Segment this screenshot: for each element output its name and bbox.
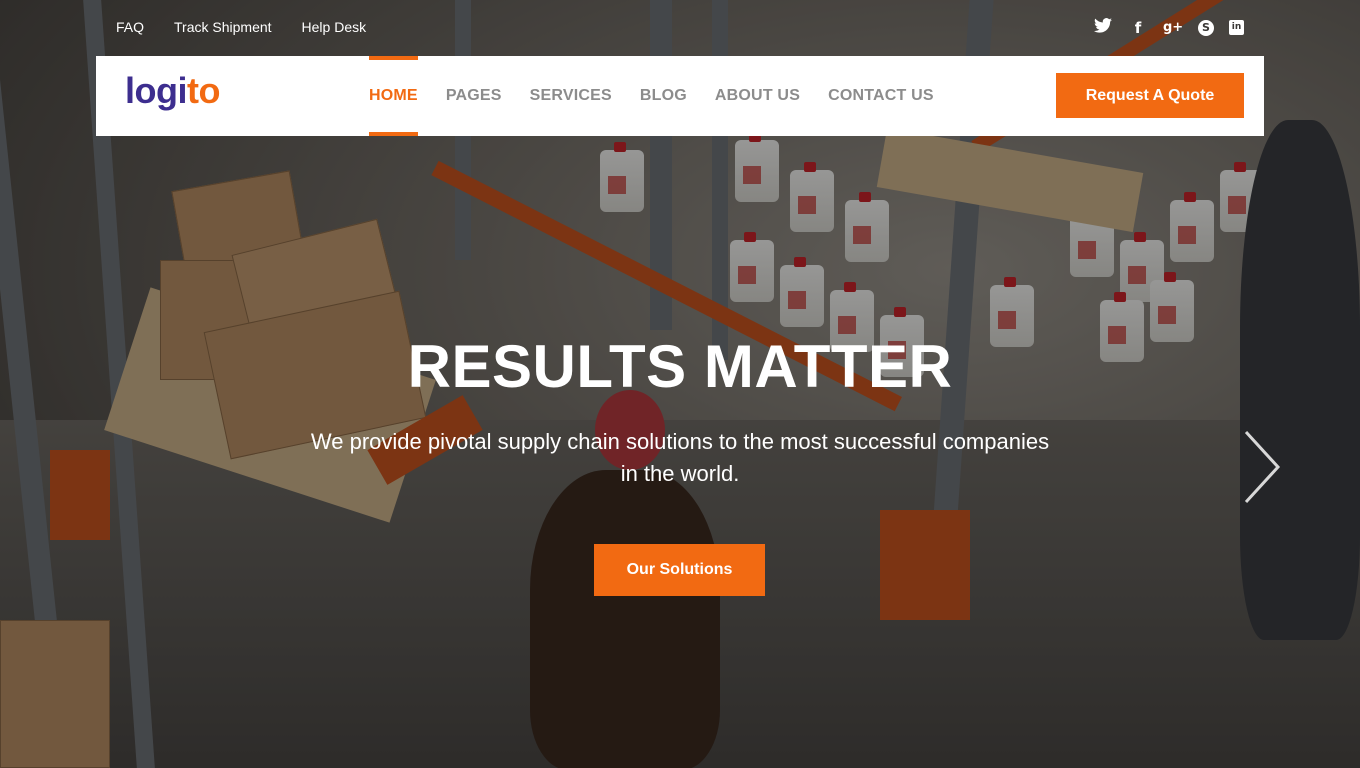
nav-blog[interactable]: BLOG: [640, 56, 687, 136]
nav-contact-us[interactable]: CONTACT US: [828, 56, 934, 136]
top-utility-links: FAQ Track Shipment Help Desk: [116, 19, 366, 35]
help-desk-link[interactable]: Help Desk: [302, 19, 367, 35]
twitter-icon[interactable]: [1093, 18, 1113, 37]
chevron-right-icon[interactable]: [1242, 430, 1281, 504]
nav-home[interactable]: HOME: [369, 56, 418, 136]
nav-about-us[interactable]: ABOUT US: [715, 56, 800, 136]
hero-title: RESULTS MATTER: [407, 333, 953, 400]
nav-pages[interactable]: PAGES: [446, 56, 502, 136]
logo-part-1: logi: [125, 70, 187, 111]
linkedin-icon[interactable]: in: [1229, 20, 1244, 35]
skype-icon[interactable]: S: [1198, 19, 1214, 36]
facebook-icon[interactable]: f: [1128, 19, 1148, 37]
nav-services[interactable]: SERVICES: [530, 56, 612, 136]
hero-subtitle: We provide pivotal supply chain solution…: [310, 429, 1050, 486]
main-navbar: logito HOME PAGES SERVICES BLOG ABOUT US…: [96, 56, 1264, 136]
social-links: f g+ S in: [1093, 18, 1244, 37]
request-quote-button[interactable]: Request A Quote: [1056, 73, 1244, 118]
logo[interactable]: logito: [125, 70, 220, 112]
track-shipment-link[interactable]: Track Shipment: [174, 19, 272, 35]
logo-part-2: to: [186, 70, 220, 111]
main-menu: HOME PAGES SERVICES BLOG ABOUT US CONTAC…: [369, 56, 934, 136]
our-solutions-button[interactable]: Our Solutions: [594, 544, 765, 596]
google-plus-icon[interactable]: g+: [1163, 20, 1183, 35]
faq-link[interactable]: FAQ: [116, 19, 144, 35]
